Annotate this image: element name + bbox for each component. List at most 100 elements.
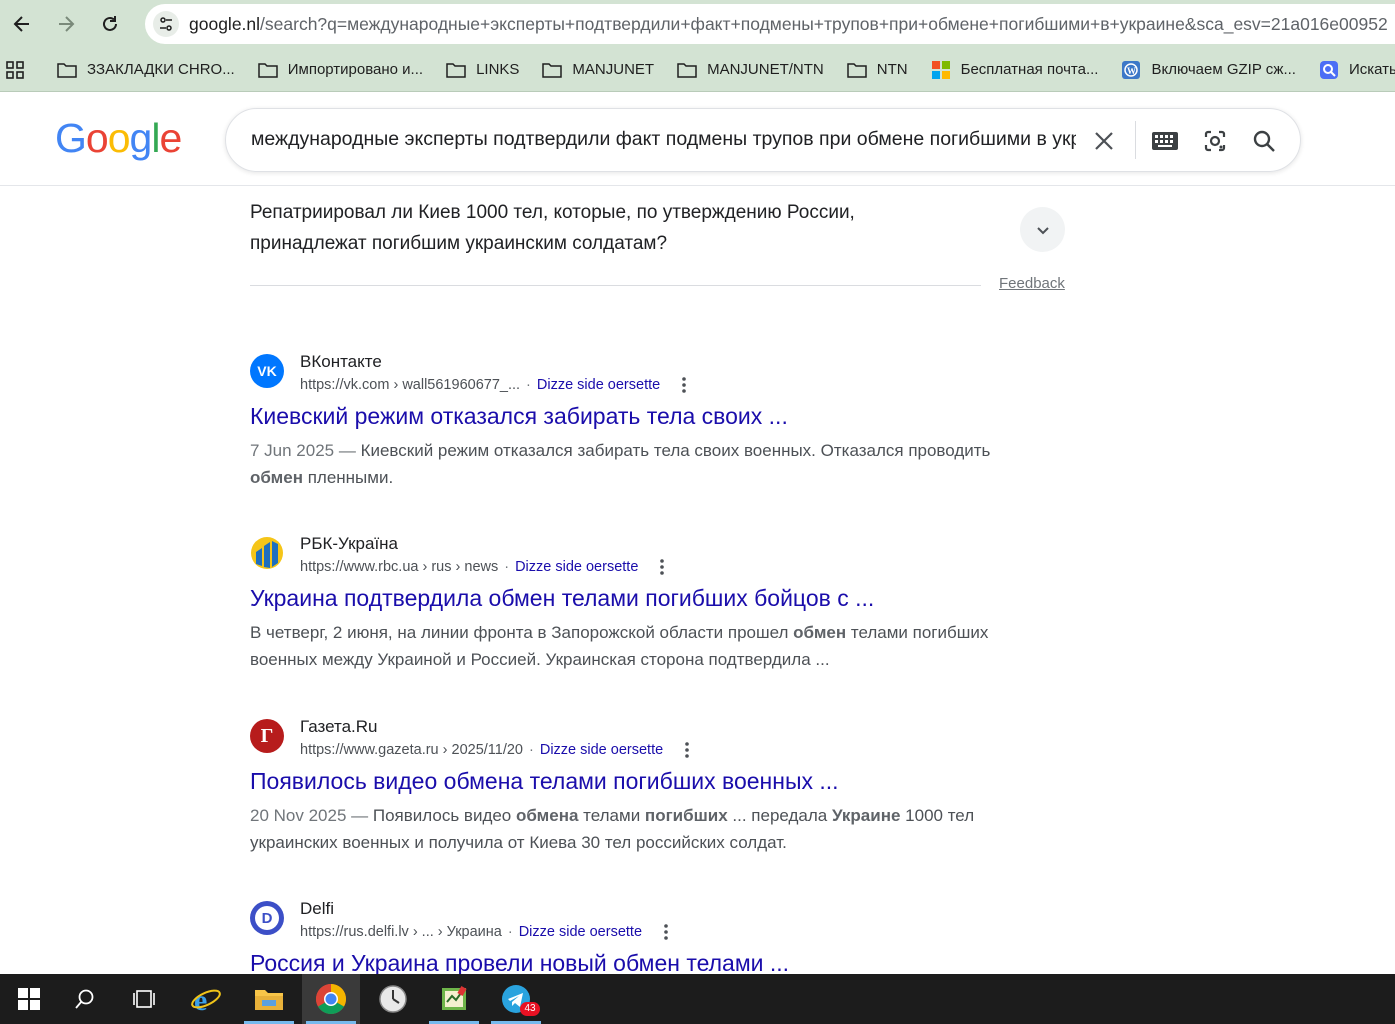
clock-icon xyxy=(379,985,407,1013)
snippet-date: 20 Nov 2025 — xyxy=(250,806,373,825)
result-title-link[interactable]: Украина подтвердила обмен телами погибши… xyxy=(250,583,1050,613)
result-title-link[interactable]: Киевский режим отказался забирать тела с… xyxy=(250,401,1050,431)
result-source[interactable]: D Delfi https://rus.delfi.lv › ... › Укр… xyxy=(250,899,1050,942)
clear-search-button[interactable] xyxy=(1088,125,1120,157)
favicon-glyph: VK xyxy=(257,363,277,379)
lens-button[interactable] xyxy=(1199,125,1231,157)
bookmark-label: Бесплатная почта... xyxy=(960,61,1099,78)
kebab-menu-icon xyxy=(664,924,668,940)
site-info-icon[interactable] xyxy=(153,11,179,37)
bookmark-label: Импортировано и... xyxy=(287,61,424,78)
folder-icon xyxy=(56,61,78,79)
source-url: https://www.rbc.ua › rus › news xyxy=(300,559,499,575)
translate-link[interactable]: Dizze side oersette xyxy=(537,375,660,395)
snippet-highlight: Украине xyxy=(831,806,901,825)
taskbar-chrome[interactable] xyxy=(302,974,360,1024)
windows-taskbar: e 43 xyxy=(0,974,1395,1024)
bookmark-label: MANJUNET/NTN xyxy=(707,61,824,78)
notification-badge: 43 xyxy=(520,1002,540,1016)
dot-separator: · xyxy=(507,924,513,940)
camera-lens-icon xyxy=(1204,130,1226,152)
keyboard-button[interactable] xyxy=(1149,125,1181,157)
microsoft-icon xyxy=(930,60,952,79)
source-name: РБК-Україна xyxy=(300,534,399,553)
folder-icon xyxy=(257,61,279,79)
taskbar-telegram[interactable]: 43 xyxy=(487,974,545,1024)
snippet-text: Появилось видео xyxy=(372,806,516,825)
kebab-menu-icon xyxy=(682,377,687,393)
bookmark-item[interactable]: Импортировано и... xyxy=(257,61,423,79)
search-app-icon xyxy=(1318,60,1340,79)
taskbar-ie[interactable]: e xyxy=(177,974,235,1024)
snippet-text: В четверг, 2 июня, на линии фронта в Зап… xyxy=(250,623,794,642)
search-result: РБК-Україна https://www.rbc.ua › rus › n… xyxy=(250,534,1050,673)
dot-separator: · xyxy=(526,377,531,393)
google-logo[interactable]: Google xyxy=(55,115,182,162)
taskbar-notepad-app[interactable] xyxy=(425,974,483,1024)
more-options-button[interactable] xyxy=(674,375,694,395)
search-submit-button[interactable] xyxy=(1248,125,1280,157)
task-view-button[interactable] xyxy=(115,974,173,1024)
bookmark-item[interactable]: Искать в xyxy=(1318,60,1395,79)
translate-link[interactable]: Dizze side oersette xyxy=(540,740,663,760)
snippet-highlight: обмен xyxy=(793,623,847,642)
bookmark-item[interactable]: Бесплатная почта... xyxy=(930,60,1099,79)
url-host: google.nl xyxy=(189,13,261,34)
feedback-link[interactable]: Feedback xyxy=(999,275,1065,292)
bookmark-item[interactable]: MANJUNET/NTN xyxy=(676,61,824,79)
paa-expand-button[interactable] xyxy=(1020,207,1065,252)
search-box[interactable]: международные эксперты подтвердили факт … xyxy=(225,108,1301,172)
reload-button[interactable] xyxy=(90,4,130,44)
wordpress-icon: W xyxy=(1120,60,1142,79)
kebab-menu-icon xyxy=(660,559,665,575)
search-input[interactable]: международные эксперты подтвердили факт … xyxy=(251,128,1076,151)
chevron-down-icon xyxy=(1036,226,1049,234)
result-title-link[interactable]: Появилось видео обмена телами погибших в… xyxy=(250,766,1050,796)
start-button[interactable] xyxy=(0,974,58,1024)
browser-toolbar: google.nl/search?q=международные+эксперт… xyxy=(0,0,1395,48)
keyboard-icon xyxy=(1152,132,1178,150)
bookmark-item[interactable]: ЗЗАКЛАДКИ CHRO... xyxy=(56,61,235,79)
translate-link[interactable]: Dizze side oersette xyxy=(515,557,638,577)
logo-letter: G xyxy=(55,115,87,161)
snippet-date: 7 Jun 2025 — xyxy=(250,441,361,460)
bookmark-item[interactable]: MANJUNET xyxy=(541,61,654,79)
taskbar-clock-app[interactable] xyxy=(364,974,422,1024)
taskbar-file-explorer[interactable] xyxy=(240,974,298,1024)
apps-grid-icon[interactable] xyxy=(6,58,24,82)
bookmark-item[interactable]: LINKS xyxy=(445,61,519,79)
result-snippet: 20 Nov 2025 — Появилось видео обмена тел… xyxy=(250,802,1025,856)
reload-icon xyxy=(103,16,117,31)
back-button[interactable] xyxy=(2,4,42,44)
taskbar-search-button[interactable] xyxy=(56,974,114,1024)
bookmarks-bar: ЗЗАКЛАДКИ CHRO... Импортировано и... LINKS… xyxy=(0,48,1395,92)
search-result: Г Газета.Ru https://www.gazeta.ru › 2025… xyxy=(250,717,1050,856)
snippet-text: Киевский режим отказался забирать тела с… xyxy=(360,441,991,460)
result-source[interactable]: РБК-Україна https://www.rbc.ua › rus › n… xyxy=(250,534,1050,577)
more-options-button[interactable] xyxy=(656,922,676,942)
more-options-button[interactable] xyxy=(677,740,697,760)
source-name: Delfi xyxy=(300,899,335,918)
result-source[interactable]: VK ВКонтакте https://vk.com › wall561960… xyxy=(250,352,1050,395)
google-header: Google международные эксперты подтвердил… xyxy=(0,93,1395,186)
task-view-icon xyxy=(133,990,155,1008)
paa-question[interactable]: Репатриировал ли Киев 1000 тел, которые,… xyxy=(250,197,950,259)
omnibox[interactable]: google.nl/search?q=международные+эксперт… xyxy=(145,4,1395,44)
bookmark-list: ЗЗАКЛАДКИ CHRO... Импортировано и... LINKS… xyxy=(56,60,1395,79)
result-source[interactable]: Г Газета.Ru https://www.gazeta.ru › 2025… xyxy=(250,717,1050,760)
bookmark-item[interactable]: W Включаем GZIP сж... xyxy=(1120,60,1296,79)
result-snippet: 7 Jun 2025 — Киевский режим отказался за… xyxy=(250,437,1025,491)
logo-letter: o xyxy=(85,115,109,161)
internet-explorer-icon: e xyxy=(191,984,221,1015)
snippet-highlight: погибших xyxy=(644,806,728,825)
translate-link[interactable]: Dizze side oersette xyxy=(519,922,642,942)
logo-letter: o xyxy=(107,115,131,161)
source-url: https://vk.com › wall561960677_... xyxy=(300,377,521,393)
more-options-button[interactable] xyxy=(652,557,672,577)
snippet-highlight: обмен xyxy=(250,468,303,487)
logo-letter: g xyxy=(129,115,153,161)
result-snippet: В четверг, 2 июня, на линии фронта в Зап… xyxy=(250,619,1025,673)
bookmark-item[interactable]: NTN xyxy=(846,61,908,79)
favicon-glyph: Г xyxy=(260,724,274,747)
forward-button[interactable] xyxy=(46,4,86,44)
